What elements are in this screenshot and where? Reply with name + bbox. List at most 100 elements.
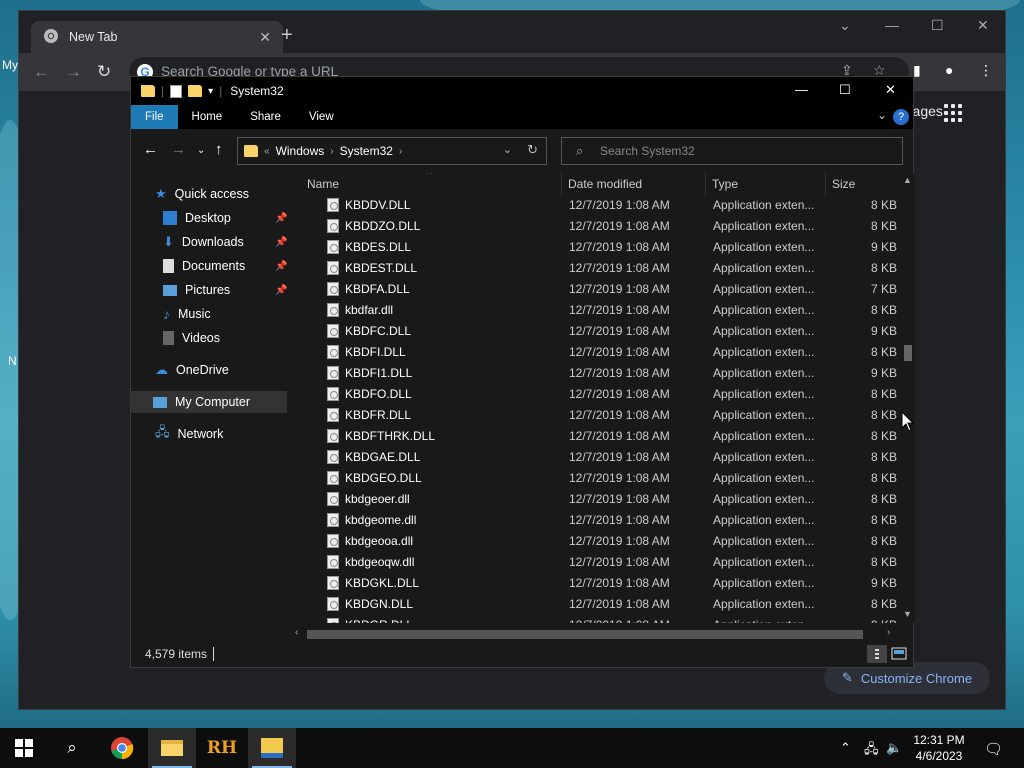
nav-quick-access[interactable]: ★ Quick access [155, 183, 249, 205]
customize-qat-icon[interactable]: ▾ [208, 86, 213, 97]
table-row[interactable]: KBDGKL.DLL 12/7/2019 1:08 AM Application e… [307, 573, 901, 594]
back-icon[interactable]: ← [143, 141, 158, 158]
table-row[interactable]: KBDGEO.DLL 12/7/2019 1:08 AM Application e… [307, 468, 901, 489]
back-icon[interactable]: ← [33, 62, 50, 82]
taskbar-rh-app[interactable]: RH [198, 728, 246, 768]
table-row[interactable]: kbdgeome.dll 12/7/2019 1:08 AM Application… [307, 510, 901, 531]
details-view-icon[interactable] [867, 645, 887, 663]
ribbon-tab-home[interactable]: Home [178, 105, 237, 129]
table-row[interactable]: KBDFR.DLL 12/7/2019 1:08 AM Application ex… [307, 405, 901, 426]
table-row[interactable]: KBDFA.DLL 12/7/2019 1:08 AM Application ex… [307, 279, 901, 300]
table-row[interactable]: KBDGAE.DLL 12/7/2019 1:08 AM Application e… [307, 447, 901, 468]
side-panel-icon[interactable]: ▮ [913, 62, 921, 79]
chevron-right-icon[interactable]: › [399, 146, 402, 157]
menu-kebab-icon[interactable]: ⋮ [979, 62, 993, 79]
minimize-icon[interactable]: — [885, 17, 899, 33]
show-hidden-icons-icon[interactable]: ⌃ [840, 740, 851, 756]
large-icons-view-icon[interactable] [889, 645, 909, 663]
taskbar-file-explorer[interactable] [148, 728, 196, 768]
nav-documents[interactable]: Documents 📌 [163, 255, 287, 277]
search-input[interactable]: ⌕ Search System32 [561, 137, 903, 165]
table-row[interactable]: KBDFI1.DLL 12/7/2019 1:08 AM Application e… [307, 363, 901, 384]
column-divider[interactable] [825, 173, 826, 195]
expand-ribbon-icon[interactable]: ⌄ [877, 108, 887, 122]
pin-icon[interactable]: 📌 [275, 285, 287, 296]
reload-icon[interactable]: ↻ [97, 62, 111, 82]
table-row[interactable]: KBDDV.DLL 12/7/2019 1:08 AM Application ex… [307, 195, 901, 216]
nav-pictures[interactable]: Pictures 📌 [163, 279, 287, 301]
close-window-icon[interactable]: ✕ [977, 17, 989, 34]
pin-icon[interactable]: 📌 [275, 261, 287, 272]
google-apps-icon[interactable] [944, 104, 962, 122]
close-window-icon[interactable]: ✕ [885, 82, 896, 98]
forward-icon[interactable]: → [65, 62, 82, 82]
scroll-down-icon[interactable]: ▼ [903, 609, 912, 619]
scrollbar-thumb[interactable] [904, 345, 912, 361]
pin-icon[interactable]: 📌 [275, 213, 287, 224]
scroll-right-icon[interactable]: › [887, 627, 890, 638]
ribbon-tab-file[interactable]: File [131, 105, 178, 129]
nav-videos[interactable]: Videos [163, 327, 220, 349]
breadcrumb-windows[interactable]: Windows [276, 144, 325, 158]
desktop-icon-label-fragment[interactable]: N [8, 354, 17, 368]
column-header-type[interactable]: Type [712, 177, 738, 191]
table-row[interactable]: KBDFO.DLL 12/7/2019 1:08 AM Application ex… [307, 384, 901, 405]
pin-icon[interactable]: 📌 [275, 237, 287, 248]
tab-search-icon[interactable]: ⌄ [839, 17, 851, 34]
scroll-up-icon[interactable]: ▲ [903, 175, 912, 185]
table-row[interactable]: KBDFI.DLL 12/7/2019 1:08 AM Application ex… [307, 342, 901, 363]
table-row[interactable]: KBDEST.DLL 12/7/2019 1:08 AM Application e… [307, 258, 901, 279]
chevron-right-icon[interactable]: › [330, 146, 333, 157]
table-row[interactable]: KBDGN.DLL 12/7/2019 1:08 AM Application ex… [307, 594, 901, 615]
taskbar-photo-app[interactable] [248, 728, 296, 768]
nav-pane-splitter[interactable] [289, 173, 307, 639]
notifications-icon[interactable]: 🗨 [984, 740, 1003, 758]
column-header-name[interactable]: Name [307, 177, 339, 191]
table-row[interactable]: kbdgeoer.dll 12/7/2019 1:08 AM Application… [307, 489, 901, 510]
profile-icon[interactable]: ● [945, 62, 953, 78]
tab-new-tab[interactable]: New Tab ✕ [31, 21, 283, 53]
table-row[interactable]: KBDGR.DLL 12/7/2019 1:08 AM Application ex… [307, 615, 901, 623]
search-button[interactable]: ⌕ [48, 728, 96, 768]
breadcrumb-system32[interactable]: System32 [340, 144, 393, 158]
column-header-size[interactable]: Size [832, 177, 855, 191]
table-row[interactable]: kbdgeooa.dll 12/7/2019 1:08 AM Application… [307, 531, 901, 552]
nav-onedrive[interactable]: ☁ OneDrive [155, 359, 229, 381]
address-dropdown-icon[interactable]: ⌄ [503, 143, 512, 156]
nav-music[interactable]: ♪ Music [163, 303, 211, 325]
column-header-date-modified[interactable]: Date modified [568, 177, 642, 191]
maximize-icon[interactable]: ☐ [839, 82, 851, 98]
volume-icon[interactable]: 🔈 [886, 740, 902, 756]
refresh-icon[interactable]: ↻ [527, 142, 538, 158]
forward-icon[interactable]: → [171, 141, 186, 158]
taskbar-clock[interactable]: 12:31 PM 4/6/2023 [908, 732, 970, 764]
desktop-icon-label-fragment[interactable]: My [2, 58, 18, 72]
up-icon[interactable]: ↑ [215, 141, 223, 158]
ribbon-tab-view[interactable]: View [295, 105, 348, 129]
nav-downloads[interactable]: ⬇ Downloads 📌 [163, 231, 287, 253]
maximize-icon[interactable]: ☐ [931, 17, 944, 34]
table-row[interactable]: kbdgeoqw.dll 12/7/2019 1:08 AM Application… [307, 552, 901, 573]
table-row[interactable]: KBDFC.DLL 12/7/2019 1:08 AM Application ex… [307, 321, 901, 342]
network-status-icon[interactable]: 🖧 [864, 740, 879, 762]
taskbar-chrome[interactable] [98, 728, 146, 768]
nav-my-computer[interactable]: My Computer [131, 391, 287, 413]
nav-desktop[interactable]: Desktop 📌 [163, 207, 287, 229]
ribbon-tab-share[interactable]: Share [236, 105, 295, 129]
recent-locations-icon[interactable]: ⌄ [197, 145, 205, 156]
scroll-left-icon[interactable]: ‹ [295, 627, 298, 638]
table-row[interactable]: kbdfar.dll 12/7/2019 1:08 AM Application e… [307, 300, 901, 321]
table-row[interactable]: KBDFTHRK.DLL 12/7/2019 1:08 AM Application… [307, 426, 901, 447]
help-icon[interactable]: ? [893, 109, 909, 125]
vertical-scrollbar[interactable]: ▲ ▼ [901, 173, 915, 623]
nav-network[interactable]: 🖧 Network [155, 423, 223, 445]
column-divider[interactable] [705, 173, 706, 195]
close-tab-icon[interactable]: ✕ [259, 29, 271, 46]
table-row[interactable]: KBDES.DLL 12/7/2019 1:08 AM Application ex… [307, 237, 901, 258]
breadcrumb-overflow-icon[interactable]: « [264, 146, 270, 157]
column-divider[interactable] [561, 173, 562, 195]
properties-icon[interactable] [170, 84, 183, 98]
address-bar[interactable]: « Windows › System32 › ⌄ ↻ [237, 137, 547, 165]
new-folder-icon[interactable] [188, 85, 203, 97]
table-row[interactable]: KBDDZO.DLL 12/7/2019 1:08 AM Application e… [307, 216, 901, 237]
